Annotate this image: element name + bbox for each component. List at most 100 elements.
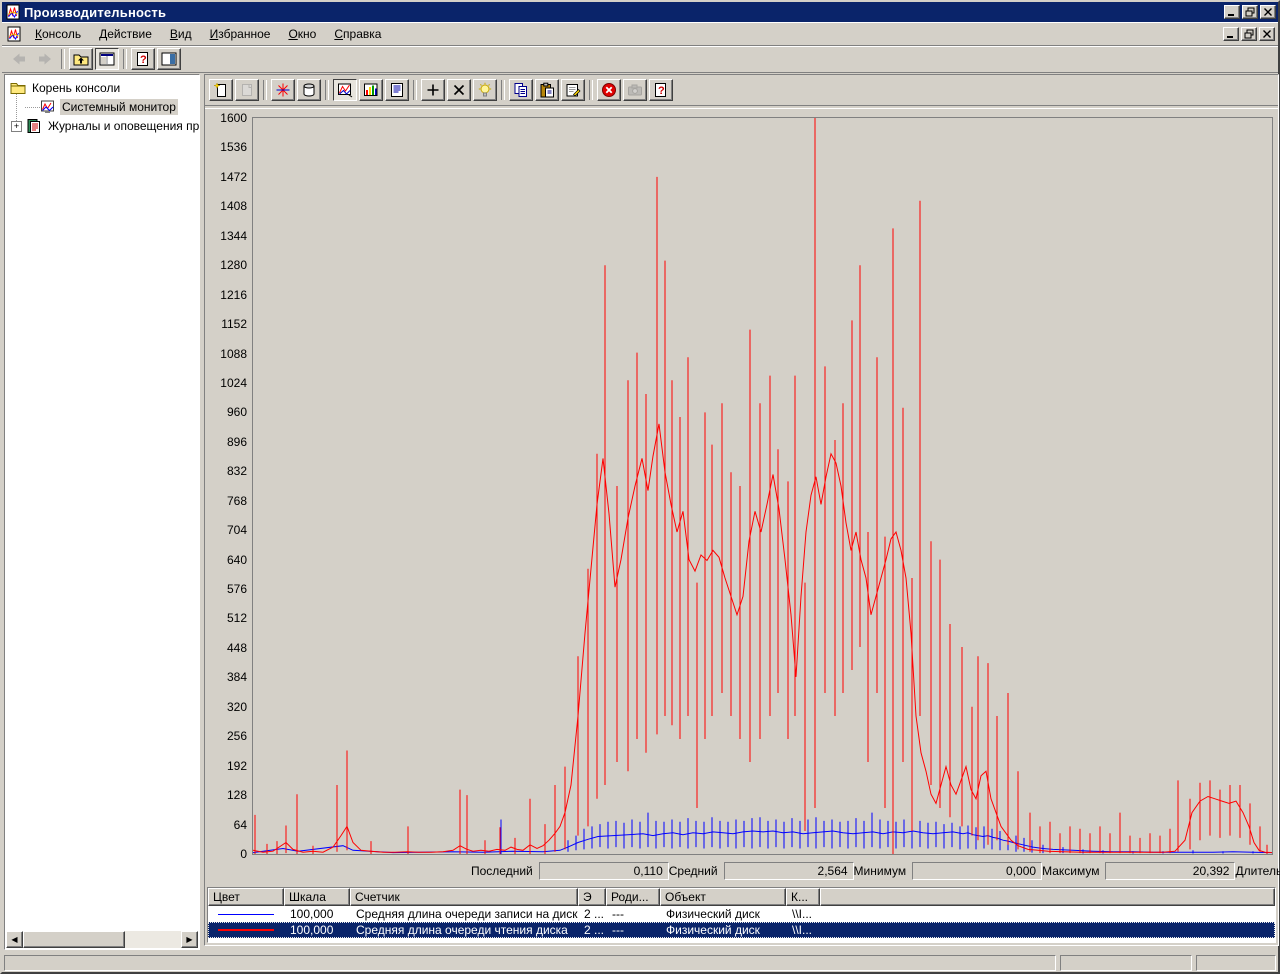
- log-data-icon: [301, 82, 317, 98]
- series-read-queue: [253, 118, 1272, 854]
- help-page-icon: ?: [653, 82, 669, 98]
- y-axis-tick: 1216: [207, 288, 247, 302]
- stat-label: Минимум: [854, 864, 907, 878]
- stat-1: Последний0,110: [471, 862, 669, 880]
- help-button[interactable]: ?: [131, 48, 155, 70]
- y-axis-tick: 896: [207, 435, 247, 449]
- view-histogram-button[interactable]: [359, 79, 383, 101]
- properties-button[interactable]: [561, 79, 585, 101]
- y-axis-tick: 512: [207, 611, 247, 625]
- y-axis-tick: 0: [207, 847, 247, 861]
- view-report-button[interactable]: [385, 79, 409, 101]
- column-header-3[interactable]: Счетчик: [350, 888, 578, 906]
- cell-К...: \\I...: [786, 923, 820, 937]
- chart-view-icon: [337, 82, 353, 98]
- titlebar-minimize-button[interactable]: [1224, 5, 1240, 19]
- toolbar-separator: [205, 105, 1278, 109]
- paste-counter-list-button[interactable]: [535, 79, 559, 101]
- y-axis-tick: 320: [207, 700, 247, 714]
- y-axis-tick: 704: [207, 523, 247, 537]
- column-header-4[interactable]: Э: [578, 888, 606, 906]
- cell-Объект: Физический диск: [660, 923, 786, 937]
- show-hide-pane-button[interactable]: [157, 48, 181, 70]
- y-axis-tick: 832: [207, 464, 247, 478]
- column-header-filler: [820, 888, 1275, 906]
- expand-plus-box[interactable]: +: [11, 121, 22, 132]
- svg-text:?: ?: [658, 85, 665, 97]
- y-axis-tick: 1024: [207, 376, 247, 390]
- menu-4[interactable]: Избранное: [201, 24, 280, 44]
- add-counters-button[interactable]: [421, 79, 445, 101]
- menu-bar: КонсольДействиеВидИзбранноеОкноСправка: [2, 22, 1278, 46]
- view-log-data-button[interactable]: [297, 79, 321, 101]
- title-bar[interactable]: Производительность: [2, 2, 1278, 22]
- column-header-2[interactable]: Шкала: [284, 888, 350, 906]
- table-header-row: ЦветШкалаСчетчикЭРоди...ОбъектК...: [208, 888, 1275, 906]
- column-header-5[interactable]: Роди...: [606, 888, 660, 906]
- new-counter-set-button[interactable]: [209, 79, 233, 101]
- toolbar-divider: [263, 80, 267, 100]
- cell-Счетчик: Средняя длина очереди чтения диска: [350, 923, 578, 937]
- update-data-button: [623, 79, 647, 101]
- tree-item-1[interactable]: Корень консоли: [10, 79, 122, 97]
- column-header-6[interactable]: Объект: [660, 888, 786, 906]
- menu-6[interactable]: Справка: [325, 24, 390, 44]
- counter-legend-table: ЦветШкалаСчетчикЭРоди...ОбъектК...100,00…: [207, 887, 1276, 943]
- system-monitor-icon: [40, 99, 56, 115]
- chart-plot: [252, 117, 1273, 855]
- titlebar-restore-button[interactable]: [1242, 5, 1258, 19]
- new-page-icon: [213, 82, 229, 98]
- console-window-icon[interactable]: [6, 26, 22, 42]
- up-one-level-button[interactable]: [69, 48, 93, 70]
- forward-button: [33, 48, 57, 70]
- view-chart-button[interactable]: [333, 79, 357, 101]
- counter-row-1[interactable]: 100,000Средняя длина очереди записи на д…: [208, 906, 1275, 922]
- menubar-close-button[interactable]: [1259, 27, 1275, 41]
- report-view-icon: [389, 82, 405, 98]
- toolbar-divider: [325, 80, 329, 100]
- delete-counter-button[interactable]: [447, 79, 471, 101]
- column-header-1[interactable]: Цвет: [208, 888, 284, 906]
- freeze-display-button[interactable]: [597, 79, 621, 101]
- copy-properties-button[interactable]: [509, 79, 533, 101]
- highlight-button[interactable]: [473, 79, 497, 101]
- column-header-7[interactable]: К...: [786, 888, 820, 906]
- camera-icon: [627, 82, 643, 98]
- tree-item-3[interactable]: +Журналы и оповещения прои: [11, 117, 199, 135]
- scroll-right-button[interactable]: ▶: [181, 931, 198, 948]
- cell-Шкала: 100,000: [284, 923, 350, 937]
- scroll-left-button[interactable]: ◀: [6, 931, 23, 948]
- titlebar-close-button[interactable]: [1260, 5, 1276, 19]
- svg-text:?: ?: [140, 54, 147, 66]
- counter-row-2[interactable]: 100,000Средняя длина очереди чтения диск…: [208, 922, 1275, 938]
- scrollbar-track[interactable]: [125, 931, 181, 948]
- y-axis-tick: 64: [207, 818, 247, 832]
- menu-3[interactable]: Вид: [161, 24, 201, 44]
- show-hide-console-tree-button[interactable]: [95, 48, 119, 70]
- y-axis-tick: 960: [207, 405, 247, 419]
- scrollbar-thumb[interactable]: [23, 931, 125, 948]
- help-page-icon: ?: [135, 51, 151, 67]
- cell-Роди...: ---: [606, 907, 660, 921]
- perfmon-toolbar: ?: [208, 77, 674, 103]
- cell-Объект: Физический диск: [660, 907, 786, 921]
- current-activity-icon: [275, 82, 291, 98]
- stat-label: Последний: [471, 864, 533, 878]
- y-axis-tick: 1600: [207, 111, 247, 125]
- tree-item-2[interactable]: Системный монитор: [25, 98, 178, 116]
- menubar-minimize-button[interactable]: [1223, 27, 1239, 41]
- view-current-activity-button[interactable]: [271, 79, 295, 101]
- menu-5[interactable]: Окно: [279, 24, 325, 44]
- tree-horizontal-scrollbar[interactable]: ◀ ▶: [6, 931, 198, 948]
- cell-Роди...: ---: [606, 923, 660, 937]
- menu-2[interactable]: Действие: [90, 24, 161, 44]
- stat-4: Максимум20,392: [1042, 862, 1235, 880]
- menu-1[interactable]: Консоль: [26, 24, 90, 44]
- perfmon-icon: [5, 4, 21, 20]
- y-axis-tick: 1280: [207, 258, 247, 272]
- series-write-queue: [253, 813, 1272, 854]
- chart-stats-row: Последний0,110Средний2,564Минимум0,000Ма…: [471, 861, 1273, 881]
- clear-display-button: [235, 79, 259, 101]
- help2-button[interactable]: ?: [649, 79, 673, 101]
- menubar-restore-button[interactable]: [1241, 27, 1257, 41]
